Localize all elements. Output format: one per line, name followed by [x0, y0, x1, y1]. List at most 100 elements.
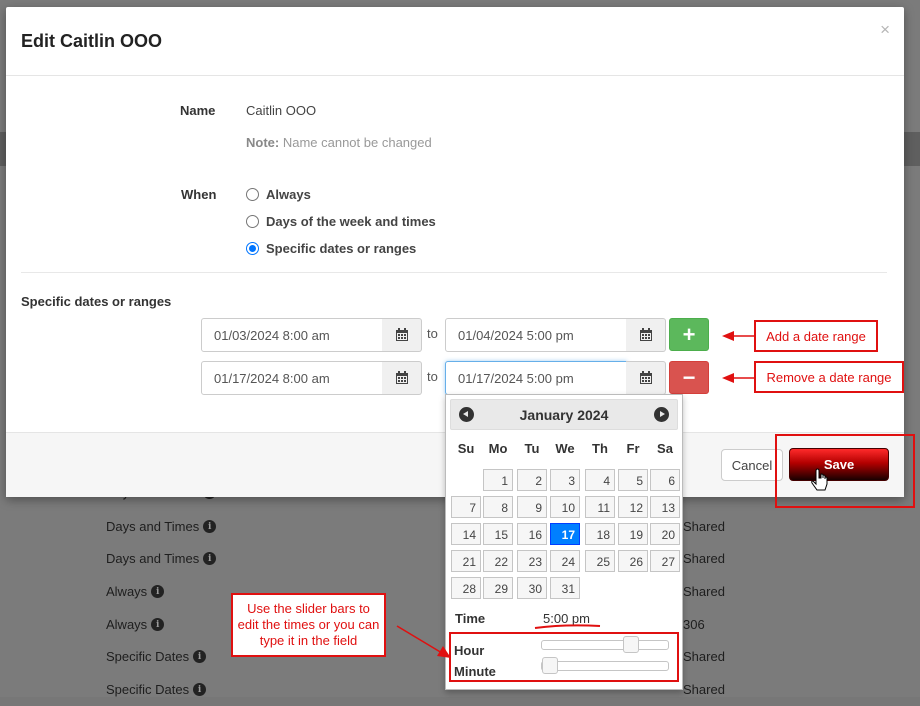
- weekday-header: Fr: [626, 441, 640, 456]
- row-type-text: Always: [106, 617, 148, 632]
- weekday-header: Tu: [524, 441, 540, 456]
- calendar-day[interactable]: 5: [618, 469, 648, 491]
- background-row-type: Days and Timesi: [106, 551, 217, 566]
- range-1-end-calendar-button[interactable]: [626, 318, 666, 352]
- next-month-icon[interactable]: [654, 407, 669, 422]
- annotation-remove-range: Remove a date range: [754, 361, 904, 393]
- time-label: Time: [455, 611, 486, 626]
- calendar-day[interactable]: 19: [618, 523, 648, 545]
- background-row-type: Days and Timesi: [106, 519, 217, 534]
- calendar-day[interactable]: 8: [483, 496, 513, 518]
- background-row-scope: Shared: [683, 519, 725, 534]
- info-icon: i: [151, 585, 165, 598]
- background-row-type: Always i: [106, 617, 165, 632]
- radio-label: Specific dates or ranges: [266, 241, 417, 256]
- note-bold: Note:: [246, 135, 280, 150]
- weekday-header: Th: [592, 441, 608, 456]
- row-type-text: Always: [106, 584, 148, 599]
- note-text: Name cannot be changed: [279, 135, 432, 150]
- radio-button[interactable]: [246, 215, 259, 228]
- minus-icon: −: [682, 364, 696, 390]
- calendar-day[interactable]: 18: [585, 523, 615, 545]
- add-range-button[interactable]: +: [669, 318, 709, 351]
- row-type-text: Specific Dates: [106, 682, 190, 697]
- row-type-text: Days and Times: [106, 551, 200, 566]
- modal-header: Edit Caitlin OOO ×: [6, 7, 904, 76]
- calendar-day[interactable]: 7: [451, 496, 481, 518]
- calendar-day[interactable]: 21: [451, 550, 481, 572]
- name-note: Note: Name cannot be changed: [246, 135, 432, 150]
- row-type-text: Specific Dates: [106, 649, 190, 664]
- remove-range-button[interactable]: −: [669, 361, 709, 394]
- close-icon[interactable]: ×: [880, 21, 890, 38]
- calendar-icon: [395, 371, 408, 384]
- radio-label: Days of the week and times: [266, 214, 436, 229]
- range-1-start-calendar-button[interactable]: [382, 318, 422, 352]
- ranges-label: Specific dates or ranges: [21, 294, 172, 309]
- calendar-day[interactable]: 14: [451, 523, 481, 545]
- weekday-header: Sa: [657, 441, 673, 456]
- info-icon: i: [203, 520, 217, 533]
- weekday-header: Mo: [488, 441, 508, 456]
- info-icon: i: [151, 618, 165, 631]
- calendar-day[interactable]: 27: [650, 550, 680, 572]
- radio-always[interactable]: Always: [246, 187, 311, 202]
- background-row-scope: Shared: [683, 584, 725, 599]
- calendar-day[interactable]: 24: [550, 550, 580, 572]
- cancel-button[interactable]: Cancel: [721, 449, 783, 481]
- range-1-start-input[interactable]: [201, 318, 383, 352]
- calendar-day[interactable]: 30: [517, 577, 547, 599]
- calendar-day[interactable]: 15: [483, 523, 513, 545]
- calendar-day[interactable]: 11: [585, 496, 615, 518]
- weekday-header: We: [555, 441, 575, 456]
- radio-button-checked[interactable]: [246, 242, 259, 255]
- background-row-scope: Shared: [683, 551, 725, 566]
- annotation-slider-highlight: [449, 632, 679, 682]
- calendar-icon: [639, 328, 652, 341]
- time-value: 5:00 pm: [543, 611, 590, 626]
- calendar-day[interactable]: 28: [451, 577, 481, 599]
- range-1-end-input[interactable]: [445, 318, 627, 352]
- calendar-day[interactable]: 25: [585, 550, 615, 572]
- calendar-day[interactable]: 26: [618, 550, 648, 572]
- calendar-day-selected[interactable]: 17: [550, 523, 580, 545]
- background-row-type: Always i: [106, 584, 165, 599]
- datepicker-header: January 2024: [450, 399, 678, 430]
- range-2-start-input[interactable]: [201, 361, 383, 395]
- calendar-day[interactable]: 6: [650, 469, 680, 491]
- calendar-day[interactable]: 9: [517, 496, 547, 518]
- range-2-end-calendar-button[interactable]: [626, 361, 666, 395]
- calendar-day[interactable]: 1: [483, 469, 513, 491]
- calendar-day[interactable]: 31: [550, 577, 580, 599]
- annotation-slider-help: Use the slider bars to edit the times or…: [231, 593, 386, 657]
- background-row-scope: Shared: [683, 682, 725, 697]
- background-row-scope: 306: [683, 617, 705, 632]
- calendar-day[interactable]: 29: [483, 577, 513, 599]
- radio-days-of-week[interactable]: Days of the week and times: [246, 214, 436, 229]
- plus-icon: +: [682, 321, 696, 347]
- background-row-type: Specific Dates i: [106, 649, 207, 664]
- background-row-scope: Shared: [683, 649, 725, 664]
- datepicker-month-title: January 2024: [519, 407, 609, 423]
- calendar-day[interactable]: 12: [618, 496, 648, 518]
- radio-button[interactable]: [246, 188, 259, 201]
- calendar-day[interactable]: 23: [517, 550, 547, 572]
- section-divider: [21, 272, 887, 273]
- info-icon: i: [193, 683, 207, 696]
- calendar-day[interactable]: 2: [517, 469, 547, 491]
- range-2-start-calendar-button[interactable]: [382, 361, 422, 395]
- calendar-day[interactable]: 22: [483, 550, 513, 572]
- radio-specific-dates[interactable]: Specific dates or ranges: [246, 241, 416, 256]
- info-icon: i: [203, 552, 217, 565]
- calendar-day[interactable]: 3: [550, 469, 580, 491]
- calendar-day[interactable]: 10: [550, 496, 580, 518]
- when-label: When: [181, 187, 217, 202]
- calendar-day[interactable]: 20: [650, 523, 680, 545]
- modal-title: Edit Caitlin OOO: [21, 31, 163, 51]
- name-value: Caitlin OOO: [246, 103, 317, 118]
- background-row-type: Specific Dates i: [106, 682, 207, 697]
- calendar-day[interactable]: 16: [517, 523, 547, 545]
- calendar-day[interactable]: 13: [650, 496, 680, 518]
- range-2-end-input[interactable]: [445, 361, 627, 395]
- calendar-day[interactable]: 4: [585, 469, 615, 491]
